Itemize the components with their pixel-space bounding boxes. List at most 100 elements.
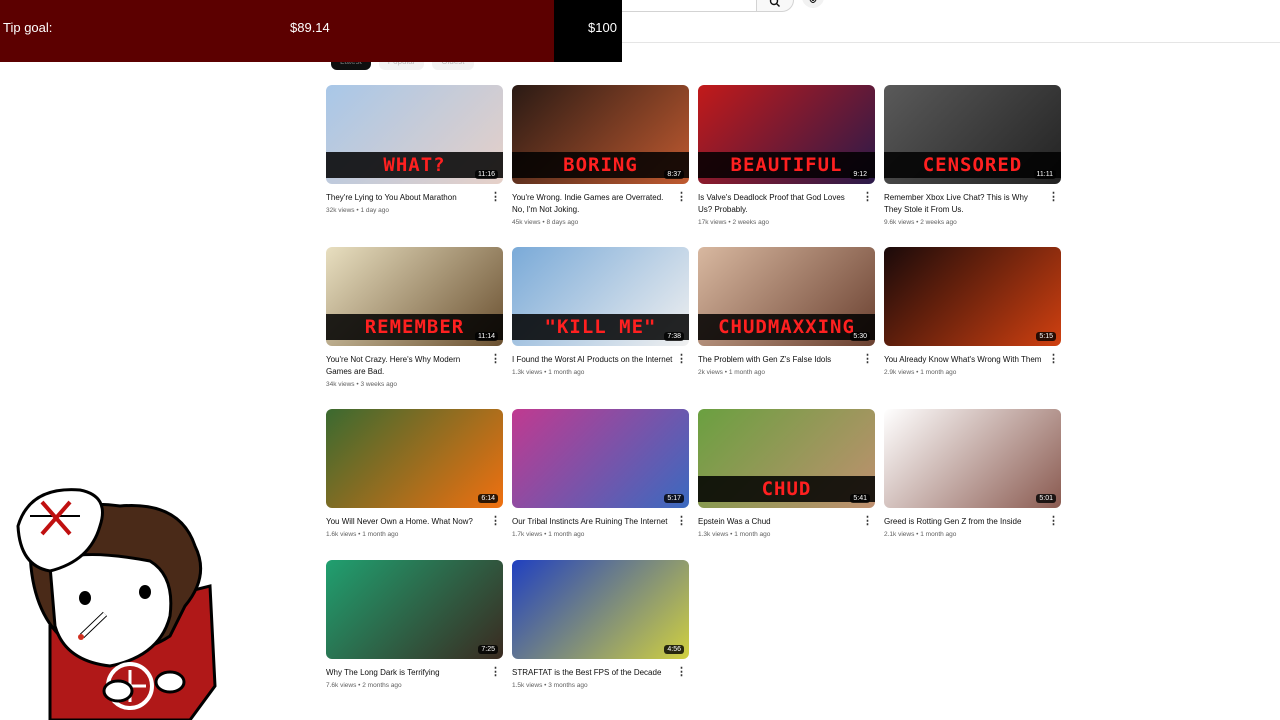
video-card[interactable]: WHAT? 11:16 They're Lying to You About Mar… [326, 85, 503, 214]
video-thumbnail[interactable]: BEAUTIFUL 9:12 [698, 85, 875, 184]
video-views: 9.6k views [884, 219, 915, 226]
video-card[interactable]: CENSORED 11:11 Remember Xbox Live Chat? Th… [884, 85, 1061, 226]
video-card[interactable]: 5:17 Our Tribal Instincts Are Ruining The… [512, 409, 689, 538]
video-card[interactable]: BORING 8:37 You're Wrong. Indie Games are … [512, 85, 689, 226]
video-card[interactable]: CHUD 5:41 Epstein Was a Chud 1.3k views • 1… [698, 409, 875, 538]
video-views: 7.6k views [326, 682, 357, 689]
video-views: 2.9k views [884, 369, 915, 376]
video-age: 1 month ago [728, 369, 765, 376]
video-views: 32k views [326, 207, 355, 214]
video-stats: 17k views • 2 weeks ago [698, 219, 859, 226]
video-age: 1 month ago [734, 531, 771, 538]
video-card[interactable]: 6:14 You Will Never Own a Home. What Now?… [326, 409, 503, 538]
video-duration: 5:15 [1036, 332, 1056, 341]
video-views: 2k views [698, 369, 723, 376]
video-title[interactable]: Why The Long Dark is Terrifying [326, 667, 487, 679]
streamer-avatar [16, 488, 217, 720]
video-thumbnail[interactable]: 4:56 [512, 560, 689, 659]
video-title[interactable]: Greed is Rotting Gen Z from the Inside [884, 516, 1045, 528]
video-meta: The Problem with Gen Z's False Idols 2k v… [698, 354, 875, 377]
more-options-icon[interactable]: ⋮ [490, 354, 501, 365]
video-age: 1 month ago [920, 531, 957, 538]
video-title[interactable]: Is Valve's Deadlock Proof that God Loves… [698, 192, 859, 216]
more-options-icon[interactable]: ⋮ [676, 192, 687, 203]
video-title[interactable]: You're Not Crazy. Here's Why Modern Game… [326, 354, 487, 378]
video-age: 3 weeks ago [360, 381, 397, 388]
video-thumbnail[interactable]: BORING 8:37 [512, 85, 689, 184]
video-meta: Remember Xbox Live Chat? This is Why The… [884, 192, 1061, 227]
video-title[interactable]: The Problem with Gen Z's False Idols [698, 354, 859, 366]
more-options-icon[interactable]: ⋮ [676, 516, 687, 527]
more-options-icon[interactable]: ⋮ [1048, 354, 1059, 365]
more-options-icon[interactable]: ⋮ [490, 667, 501, 678]
video-age: 2 months ago [362, 682, 402, 689]
video-meta: You Will Never Own a Home. What Now? 1.6k… [326, 516, 503, 539]
video-title[interactable]: STRAFTAT is the Best FPS of the Decade [512, 667, 673, 679]
video-thumbnail[interactable]: 6:14 [326, 409, 503, 508]
video-card[interactable]: 5:01 Greed is Rotting Gen Z from the Insi… [884, 409, 1061, 538]
video-thumbnail[interactable]: 5:17 [512, 409, 689, 508]
thumbnail-caption: CHUD [698, 476, 875, 502]
more-options-icon[interactable]: ⋮ [862, 354, 873, 365]
video-stats: 45k views • 8 days ago [512, 219, 673, 226]
video-meta: Why The Long Dark is Terrifying 7.6k view… [326, 667, 503, 690]
video-card[interactable]: "KILL ME" 7:38 I Found the Worst AI Produc… [512, 247, 689, 376]
video-title[interactable]: They're Lying to You About Marathon [326, 192, 487, 204]
video-stats: 2.1k views • 1 month ago [884, 531, 1045, 538]
video-age: 2 weeks ago [732, 219, 769, 226]
video-thumbnail[interactable]: 5:01 [884, 409, 1061, 508]
video-duration: 11:14 [475, 332, 498, 341]
video-meta: STRAFTAT is the Best FPS of the Decade 1.… [512, 667, 689, 690]
video-duration: 7:38 [664, 332, 684, 341]
more-options-icon[interactable]: ⋮ [490, 516, 501, 527]
video-stats: 2k views • 1 month ago [698, 369, 859, 376]
video-thumbnail[interactable]: REMEMBER 11:14 [326, 247, 503, 346]
video-duration: 5:41 [850, 494, 870, 503]
video-title[interactable]: I Found the Worst AI Products on the Int… [512, 354, 673, 366]
search-button[interactable] [756, 0, 794, 12]
video-thumbnail[interactable]: WHAT? 11:16 [326, 85, 503, 184]
more-options-icon[interactable]: ⋮ [862, 192, 873, 203]
video-age: 1 day ago [360, 207, 389, 214]
video-card[interactable]: 7:25 Why The Long Dark is Terrifying 7.6k … [326, 560, 503, 689]
video-card[interactable]: REMEMBER 11:14 You're Not Crazy. Here's Wh… [326, 247, 503, 388]
more-options-icon[interactable]: ⋮ [676, 667, 687, 678]
video-thumbnail[interactable]: 5:15 [884, 247, 1061, 346]
video-thumbnail[interactable]: CHUD 5:41 [698, 409, 875, 508]
video-age: 1 month ago [920, 369, 957, 376]
video-title[interactable]: Remember Xbox Live Chat? This is Why The… [884, 192, 1045, 216]
search-input[interactable] [600, 0, 757, 12]
video-title[interactable]: You Will Never Own a Home. What Now? [326, 516, 487, 528]
video-title[interactable]: Epstein Was a Chud [698, 516, 859, 528]
video-duration: 7:25 [478, 645, 498, 654]
video-card[interactable]: BEAUTIFUL 9:12 Is Valve's Deadlock Proof t… [698, 85, 875, 226]
more-options-icon[interactable]: ⋮ [862, 516, 873, 527]
search-icon [769, 0, 780, 7]
tip-goal-current: $89.14 [290, 20, 330, 35]
video-thumbnail[interactable]: CENSORED 11:11 [884, 85, 1061, 184]
video-views: 17k views [698, 219, 727, 226]
video-duration: 5:01 [1036, 494, 1056, 503]
video-age: 1 month ago [548, 369, 585, 376]
video-thumbnail[interactable]: "KILL ME" 7:38 [512, 247, 689, 346]
voice-search-button[interactable] [802, 0, 824, 8]
thumbnail-caption: CHUDMAXXING [698, 314, 875, 340]
video-stats: 1.3k views • 1 month ago [698, 531, 859, 538]
video-card[interactable]: CHUDMAXXING 5:30 The Problem with Gen Z's … [698, 247, 875, 376]
tip-goal-target: $100 [588, 20, 617, 35]
more-options-icon[interactable]: ⋮ [490, 192, 501, 203]
video-thumbnail[interactable]: CHUDMAXXING 5:30 [698, 247, 875, 346]
video-title[interactable]: You're Wrong. Indie Games are Overrated.… [512, 192, 673, 216]
more-options-icon[interactable]: ⋮ [676, 354, 687, 365]
video-title[interactable]: Our Tribal Instincts Are Ruining The Int… [512, 516, 673, 528]
video-thumbnail[interactable]: 7:25 [326, 560, 503, 659]
video-card[interactable]: 4:56 STRAFTAT is the Best FPS of the Deca… [512, 560, 689, 689]
video-duration: 4:56 [664, 645, 684, 654]
video-views: 34k views [326, 381, 355, 388]
more-options-icon[interactable]: ⋮ [1048, 516, 1059, 527]
video-title[interactable]: You Already Know What's Wrong With Them [884, 354, 1045, 366]
more-options-icon[interactable]: ⋮ [1048, 192, 1059, 203]
video-card[interactable]: 5:15 You Already Know What's Wrong With T… [884, 247, 1061, 376]
video-meta: I Found the Worst AI Products on the Int… [512, 354, 689, 377]
video-stats: 1.3k views • 1 month ago [512, 369, 673, 376]
